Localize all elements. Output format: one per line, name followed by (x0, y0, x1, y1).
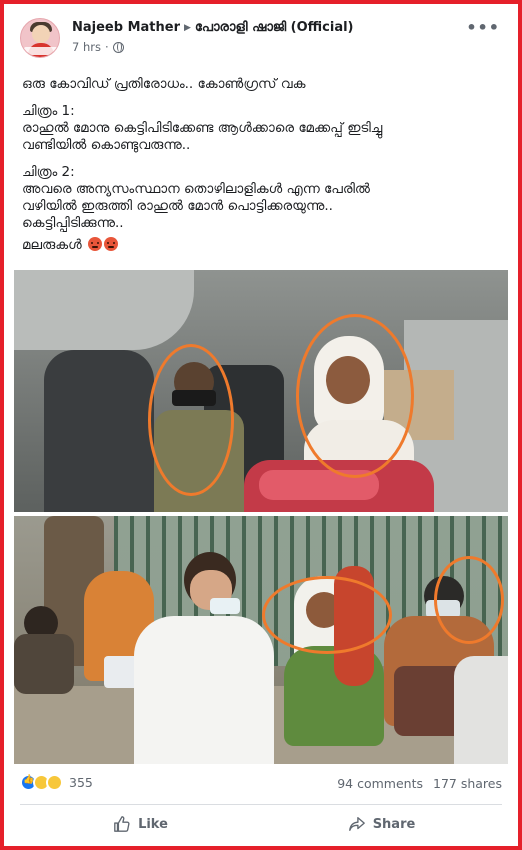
reaction-count: 355 (69, 775, 93, 790)
comments-count-link[interactable]: 94 comments (337, 776, 423, 791)
highlight-circle (262, 576, 392, 654)
post-text-line: വണ്ടിയിൽ കൊണ്ടുവരുന്നു.. (22, 137, 191, 153)
post-text-line: അവരെ അന്യസംസ്ഥാന തൊഴിലാളികൾ എന്ന പേരിൽ (22, 181, 370, 197)
post-text-line: ചിത്രം 1: (22, 103, 75, 119)
post-photo-car-interior[interactable] (14, 270, 508, 512)
author-name-link[interactable]: Najeeb Mather (72, 20, 180, 35)
author-avatar[interactable] (20, 18, 60, 58)
highlight-circle (434, 556, 504, 644)
thumbs-up-icon (114, 816, 130, 832)
highlight-circle (296, 314, 414, 478)
share-button[interactable]: Share (261, 808, 502, 840)
reactions-summary[interactable]: 355 (20, 774, 93, 791)
post-timestamp[interactable]: 7 hrs (72, 40, 101, 54)
like-label: Like (138, 816, 168, 832)
post-photo-street-scene[interactable] (14, 516, 508, 764)
post-text-line: മലരുകൾ (22, 237, 502, 254)
engagement-counts: 94 comments 177 shares (337, 776, 502, 791)
more-options-icon[interactable]: ••• (466, 18, 500, 37)
triangle-right-icon: ▶ (183, 22, 191, 33)
post-text-line: വഴിയിൽ ഇരുത്തി രാഹുൽ മോൻ പൊട്ടിക്കരയുന്ന… (22, 198, 333, 214)
globe-icon (112, 41, 124, 53)
post-title-line: Najeeb Mather ▶ പോരാളി ഷാജി (Official) (72, 20, 354, 35)
angry-emoji-icon (88, 237, 103, 251)
wow-reaction-icon (46, 774, 63, 791)
post-text-line: കെട്ടിപ്പിടിക്കുന്നു.. (22, 215, 124, 231)
share-arrow-icon (348, 817, 365, 831)
post-card: Najeeb Mather ▶ പോരാളി ഷാജി (Official) 7… (8, 8, 514, 842)
angry-emoji-icon (104, 237, 119, 251)
like-button[interactable]: Like (20, 808, 261, 840)
post-text: ഒരു കോവിഡ് പ്രതിരോധം.. കോൺഗ്രസ് വക ചിത്ര… (22, 76, 502, 254)
group-name-link[interactable]: പോരാളി ഷാജി (Official) (195, 20, 354, 35)
post-meta: 7 hrs · (72, 40, 124, 54)
post-text-line: ചിത്രം 2: (22, 164, 75, 180)
post-text-line: രാഹുൽ മോനു കെട്ടിപിടിക്കേണ്ട ആൾക്കാരെ മേ… (22, 120, 383, 136)
post-header: Najeeb Mather ▶ പോരാളി ഷാജി (Official) 7… (20, 16, 500, 70)
divider (20, 804, 502, 805)
shares-count-link[interactable]: 177 shares (433, 776, 502, 791)
highlight-circle (148, 344, 234, 496)
share-label: Share (372, 816, 416, 832)
post-text-line: ഒരു കോവിഡ് പ്രതിരോധം.. കോൺഗ്രസ് വക (22, 76, 306, 92)
post-actions: Like Share (20, 808, 502, 840)
